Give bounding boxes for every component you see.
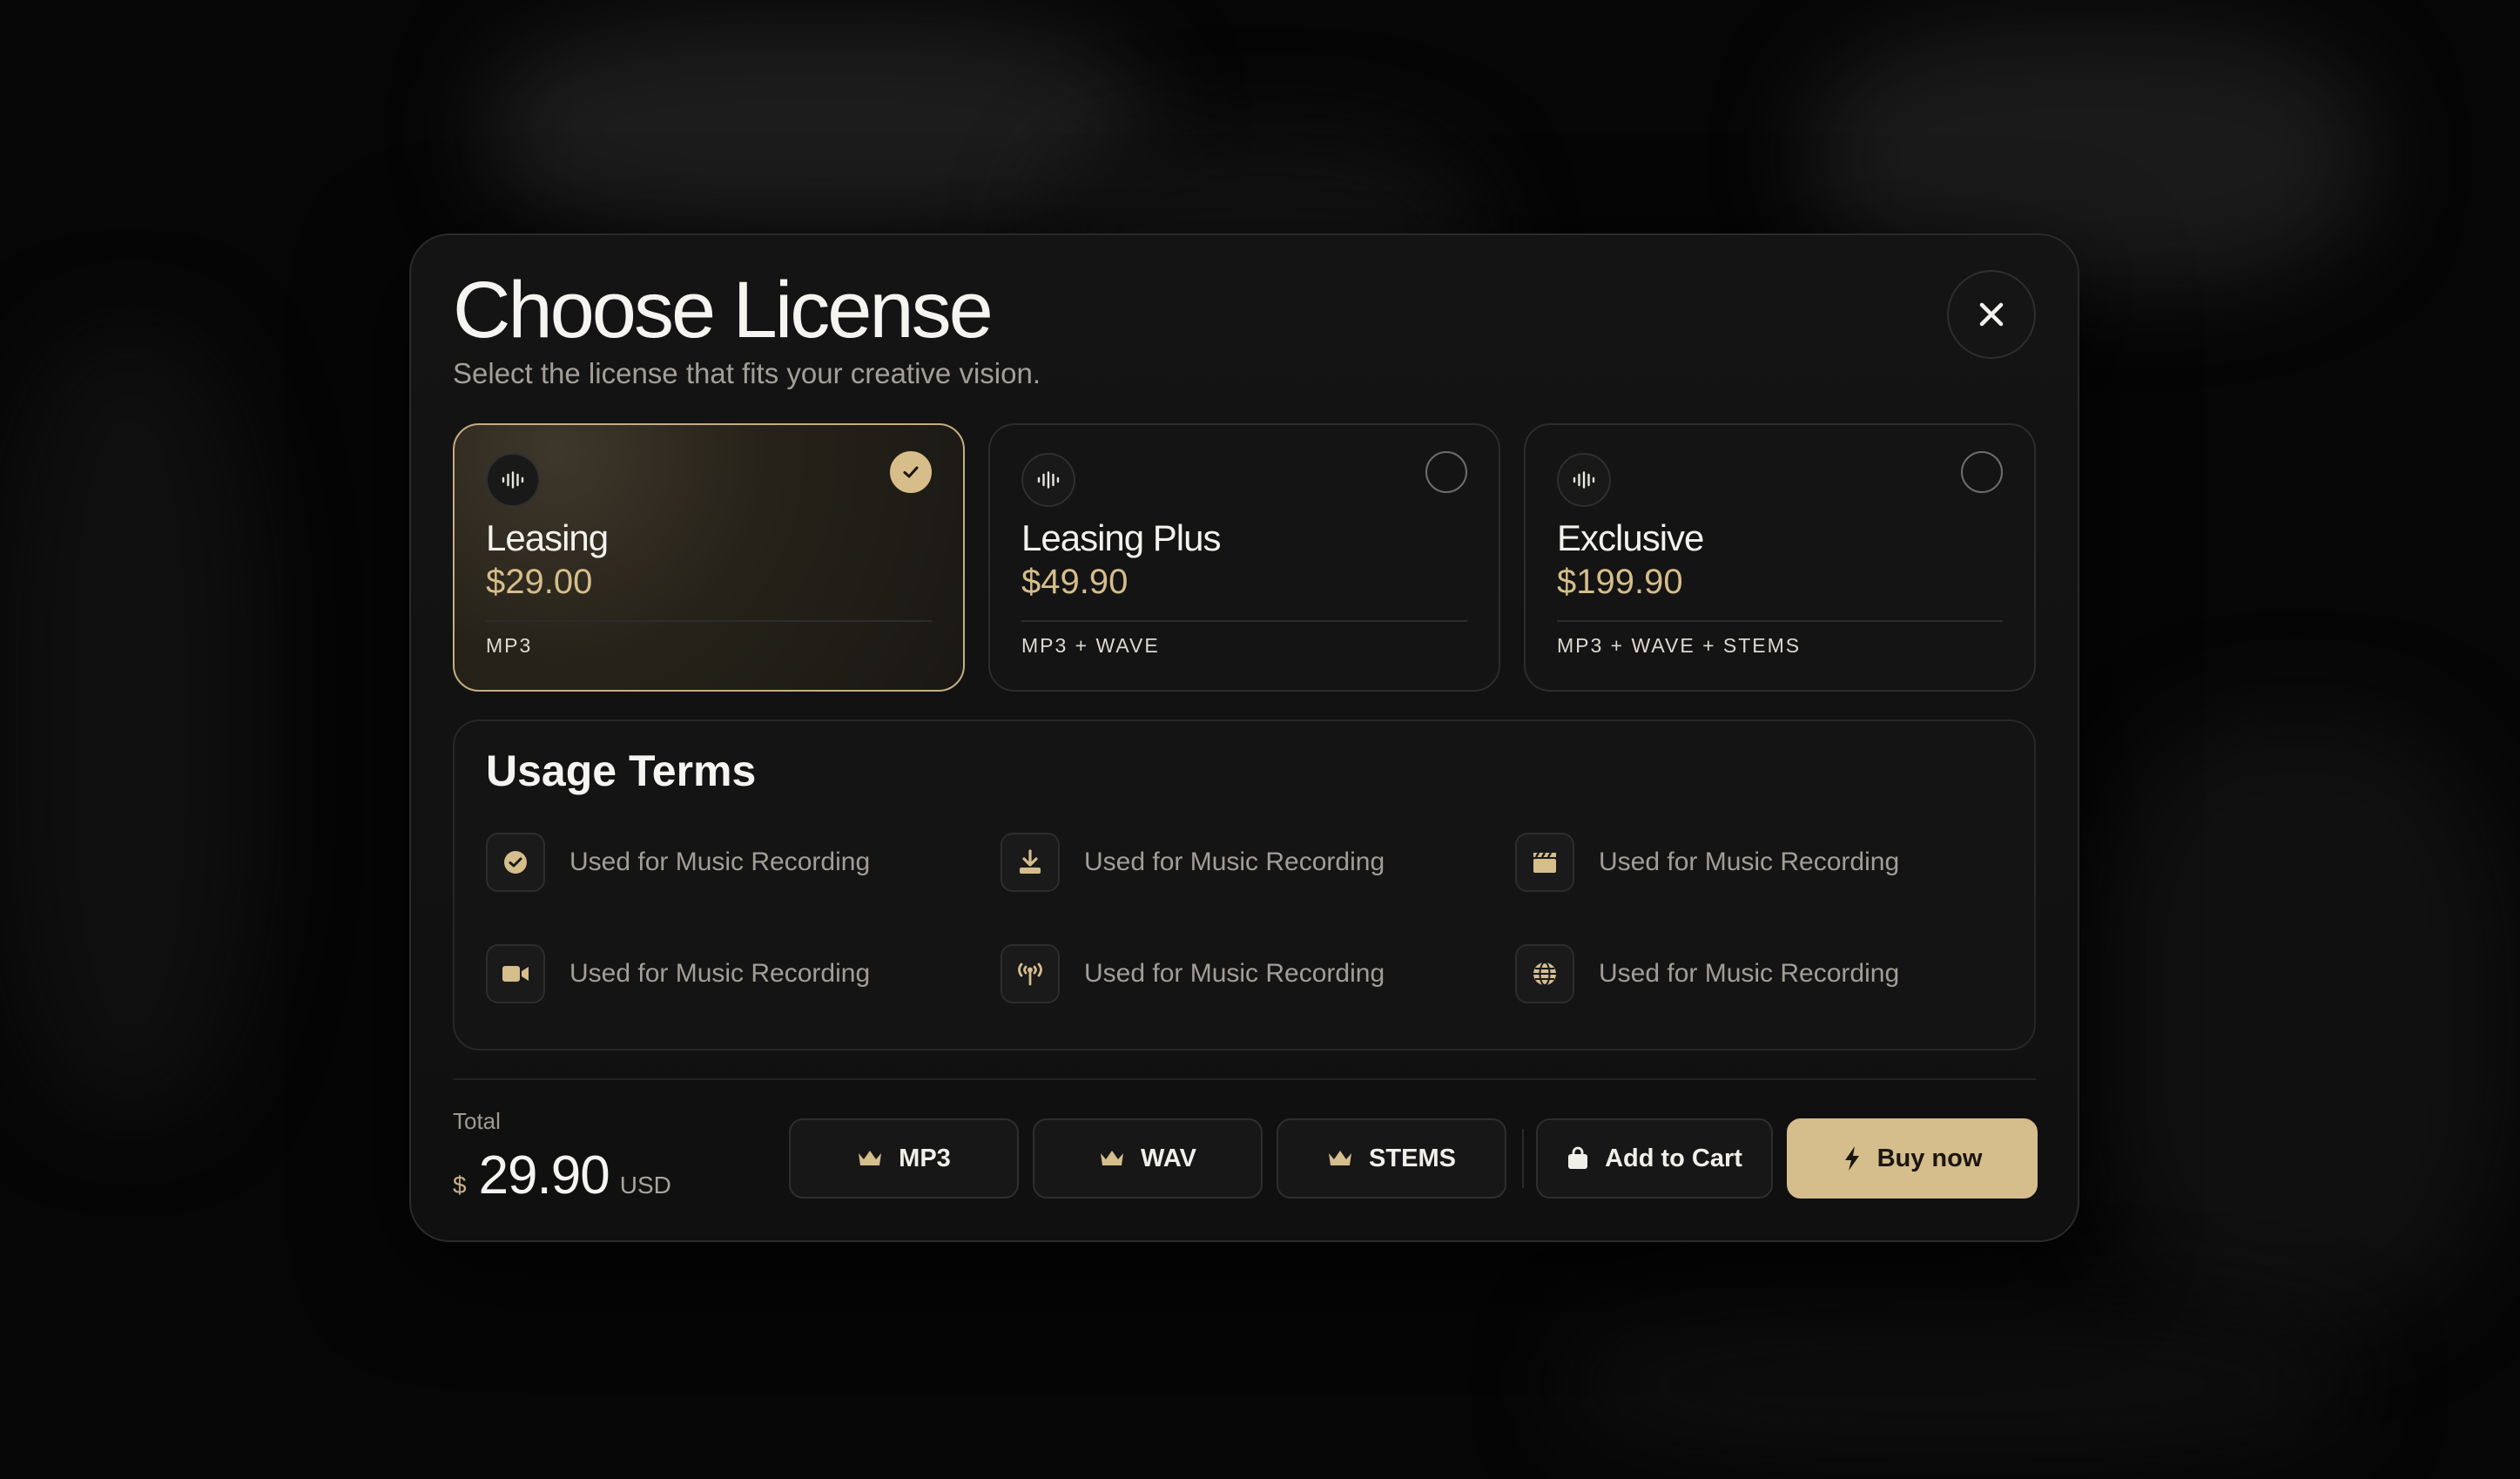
currency-code: USD: [619, 1172, 671, 1199]
license-formats: MP3 + WAVE + STEMS: [1557, 634, 1802, 657]
usage-term-label: Used for Music Recording: [1599, 848, 1900, 876]
license-radio[interactable]: [1425, 451, 1467, 493]
mp3-button-label: MP3: [899, 1144, 951, 1172]
waveform-icon: [1021, 453, 1075, 507]
shopping-bag-icon: [1568, 1146, 1588, 1169]
close-icon: [1979, 302, 2004, 327]
close-button[interactable]: [1947, 270, 2036, 359]
globe-icon: [1515, 944, 1574, 1003]
buy-now-button[interactable]: Buy now: [1787, 1118, 2038, 1199]
license-card-leasing-plus[interactable]: Leasing Plus $49.90 MP3 + WAVE: [988, 423, 1500, 692]
license-name: Leasing Plus: [1021, 517, 1221, 558]
add-to-cart-button[interactable]: Add to Cart: [1536, 1118, 1773, 1199]
currency-symbol: $: [453, 1172, 467, 1199]
license-formats: MP3: [486, 634, 533, 657]
license-card-exclusive[interactable]: Exclusive $199.90 MP3 + WAVE + STEMS: [1524, 423, 2036, 692]
modal-title: Choose License: [453, 266, 994, 355]
usage-term-item: Used for Music Recording: [1515, 831, 1899, 894]
usage-terms-panel: Usage Terms Used for Music Recording Use…: [453, 719, 2036, 1050]
usage-term-item: Used for Music Recording: [486, 831, 870, 894]
license-price: $199.90: [1557, 563, 1683, 601]
license-price: $49.90: [1021, 563, 1129, 601]
wav-button-label: WAV: [1141, 1144, 1196, 1172]
waveform-icon: [1557, 453, 1611, 507]
button-separator: [1522, 1129, 1524, 1188]
usage-term-item: Used for Music Recording: [1515, 942, 1899, 1005]
add-to-cart-label: Add to Cart: [1605, 1144, 1742, 1172]
license-formats: MP3 + WAVE: [1021, 634, 1160, 657]
stems-button[interactable]: STEMS: [1277, 1118, 1506, 1199]
usage-term-item: Used for Music Recording: [1001, 942, 1385, 1005]
choose-license-modal: Choose License Select the license that f…: [409, 233, 2079, 1242]
license-options: Leasing $29.00 MP3 Leasing Plus $49.90 M…: [453, 423, 2036, 692]
usage-term-label: Used for Music Recording: [569, 959, 871, 988]
card-divider: [486, 620, 932, 622]
buy-now-label: Buy now: [1877, 1144, 1983, 1172]
lightning-icon: [1844, 1146, 1859, 1171]
mp3-button[interactable]: MP3: [789, 1118, 1019, 1199]
video-camera-icon: [486, 944, 545, 1003]
license-radio-selected[interactable]: [890, 451, 932, 493]
total-value: 29.90: [478, 1145, 610, 1205]
waveform-icon: [486, 453, 540, 507]
license-radio[interactable]: [1961, 451, 2003, 493]
broadcast-antenna-icon: [1001, 944, 1060, 1003]
modal-subtitle: Select the license that fits your creati…: [453, 357, 1041, 389]
usage-term-label: Used for Music Recording: [1599, 959, 1900, 988]
download-icon: [1001, 833, 1060, 892]
crown-icon: [1329, 1151, 1352, 1165]
footer-divider: [453, 1078, 2036, 1080]
license-name: Leasing: [486, 517, 609, 558]
wav-button[interactable]: WAV: [1033, 1118, 1263, 1199]
usage-term-label: Used for Music Recording: [1084, 848, 1385, 876]
crown-icon: [1101, 1151, 1124, 1165]
total-label: Total: [453, 1108, 501, 1134]
card-divider: [1557, 620, 2003, 622]
usage-terms-title: Usage Terms: [486, 746, 757, 795]
card-divider: [1021, 620, 1467, 622]
usage-term-item: Used for Music Recording: [486, 942, 870, 1005]
usage-term-label: Used for Music Recording: [569, 848, 871, 876]
license-card-leasing[interactable]: Leasing $29.00 MP3: [453, 423, 965, 692]
crown-icon: [859, 1151, 882, 1165]
clapperboard-icon: [1515, 833, 1574, 892]
license-price: $29.00: [486, 563, 593, 601]
usage-term-item: Used for Music Recording: [1001, 831, 1385, 894]
check-circle-icon: [486, 833, 545, 892]
check-icon: [903, 466, 919, 478]
license-name: Exclusive: [1557, 517, 1704, 558]
total-amount: $ 29.90 USD: [453, 1145, 671, 1206]
stems-button-label: STEMS: [1369, 1144, 1456, 1172]
usage-term-label: Used for Music Recording: [1084, 959, 1385, 988]
